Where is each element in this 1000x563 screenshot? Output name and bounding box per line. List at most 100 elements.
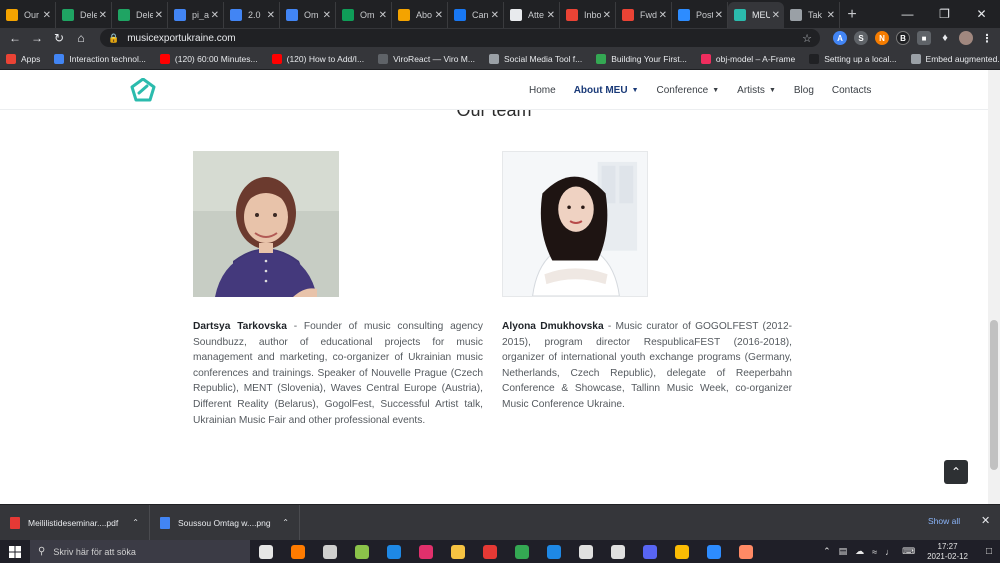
bookmark-star-icon[interactable]: ☆ <box>802 32 812 45</box>
nav-item[interactable]: Artists ▼ <box>737 85 776 96</box>
browser-tab[interactable]: Om ✕ <box>336 2 392 28</box>
bookmark-item[interactable]: Setting up a local... <box>809 53 897 64</box>
browser-tab[interactable]: MEU ✕ <box>728 2 784 28</box>
taskbar-app[interactable] <box>314 540 346 563</box>
show-all-downloads-link[interactable]: Show all <box>928 516 960 526</box>
bookmark-item[interactable]: Building Your First... <box>596 53 687 64</box>
taskbar-app[interactable] <box>442 540 474 563</box>
taskbar-app[interactable] <box>474 540 506 563</box>
taskbar-app[interactable] <box>570 540 602 563</box>
back-icon[interactable]: ← <box>6 31 24 45</box>
browser-tab[interactable]: Fwd ✕ <box>616 2 672 28</box>
scrollbar-thumb[interactable] <box>990 320 998 470</box>
browser-tab[interactable]: Atte ✕ <box>504 2 560 28</box>
new-tab-button[interactable]: + <box>840 2 864 28</box>
browser-tab[interactable]: Dele✕ <box>112 2 168 28</box>
close-tab-icon[interactable]: ✕ <box>43 10 51 21</box>
close-tab-icon[interactable]: ✕ <box>379 10 387 21</box>
bookmark-item[interactable]: Interaction technol... <box>54 53 146 64</box>
browser-tab[interactable]: Our ✕ <box>0 2 56 28</box>
nav-item[interactable]: Home <box>529 85 556 96</box>
download-item[interactable]: Soussou Omtag w....png ⌃ <box>150 504 300 541</box>
browser-tab[interactable]: Post ✕ <box>672 2 728 28</box>
forward-icon[interactable]: → <box>28 31 46 45</box>
extension-icon[interactable]: S <box>854 31 868 45</box>
browser-tab[interactable]: Inbo ✕ <box>560 2 616 28</box>
taskbar-app[interactable] <box>698 540 730 563</box>
chevron-up-icon[interactable]: ⌃ <box>282 518 289 527</box>
taskbar-app[interactable] <box>602 540 634 563</box>
browser-tab[interactable]: Abo ✕ <box>392 2 448 28</box>
close-tab-icon[interactable]: ✕ <box>715 10 723 21</box>
bookmark-item[interactable]: ViroReact — Viro M... <box>378 53 475 64</box>
close-tab-icon[interactable]: ✕ <box>827 10 835 21</box>
browser-tab[interactable]: Om ✕ <box>280 2 336 28</box>
close-tab-icon[interactable]: ✕ <box>155 10 163 21</box>
close-tab-icon[interactable]: ✕ <box>211 10 219 21</box>
close-download-bar-icon[interactable]: ✕ <box>981 514 990 527</box>
home-icon[interactable]: ⌂ <box>72 31 90 45</box>
close-tab-icon[interactable]: ✕ <box>99 10 107 21</box>
bookmark-item[interactable]: obj-model – A-Frame <box>700 53 795 64</box>
start-button[interactable] <box>0 540 30 563</box>
taskbar-app[interactable] <box>538 540 570 563</box>
wifi-icon[interactable]: ≈ <box>872 547 877 557</box>
meu-logo[interactable] <box>130 78 156 102</box>
taskbar-app[interactable] <box>410 540 442 563</box>
close-tab-icon[interactable]: ✕ <box>267 10 275 21</box>
menu-dots-icon[interactable]: ⋮ <box>980 31 994 45</box>
close-tab-icon[interactable]: ✕ <box>603 10 611 21</box>
nav-item[interactable]: Blog <box>794 85 814 96</box>
bookmark-item[interactable]: (120) 60:00 Minutes... <box>159 53 258 64</box>
chevron-up-icon[interactable]: ⌃ <box>823 546 831 557</box>
taskbar-app[interactable] <box>666 540 698 563</box>
bookmark-item[interactable]: (120) How to Add/I... <box>271 53 364 64</box>
taskbar-app[interactable] <box>346 540 378 563</box>
notification-icon[interactable]: □ <box>978 546 1000 557</box>
browser-tab[interactable]: Tak ✕ <box>784 2 840 28</box>
close-tab-icon[interactable]: ✕ <box>772 10 780 21</box>
extension-icon[interactable]: A <box>833 31 847 45</box>
cloud-icon[interactable]: ☁ <box>855 546 864 557</box>
restore-icon[interactable]: ❐ <box>926 0 963 28</box>
close-tab-icon[interactable]: ✕ <box>491 10 499 21</box>
scrollbar[interactable] <box>988 70 1000 504</box>
taskbar-app[interactable] <box>282 540 314 563</box>
volume-icon[interactable]: ♩ <box>885 547 894 557</box>
browser-tab[interactable]: Can ✕ <box>448 2 504 28</box>
nav-item[interactable]: About MEU ▼ <box>574 85 639 96</box>
close-tab-icon[interactable]: ✕ <box>547 10 555 21</box>
bookmark-item[interactable]: Embed augmented... <box>910 53 1000 64</box>
puzzle-icon[interactable]: ♦ <box>938 31 952 45</box>
address-bar[interactable]: 🔒 musicexportukraine.com ☆ <box>100 29 820 47</box>
close-tab-icon[interactable]: ✕ <box>435 10 443 21</box>
close-tab-icon[interactable]: ✕ <box>323 10 331 21</box>
chevron-up-icon[interactable]: ⌃ <box>132 518 139 527</box>
taskbar-app[interactable] <box>730 540 762 563</box>
bookmark-item[interactable]: Apps <box>6 53 40 64</box>
browser-tab[interactable]: pi_a ✕ <box>168 2 224 28</box>
profile-avatar[interactable] <box>959 31 973 45</box>
minimize-icon[interactable]: — <box>889 0 926 28</box>
taskbar-app[interactable] <box>378 540 410 563</box>
taskbar-app[interactable] <box>634 540 666 563</box>
extension-icon[interactable]: ■ <box>917 31 931 45</box>
browser-tab[interactable]: Dele✕ <box>56 2 112 28</box>
network-icon[interactable]: ▤ <box>839 546 848 557</box>
download-item[interactable]: Meililistideseminar....pdf ⌃ <box>0 504 150 541</box>
reload-icon[interactable]: ↻ <box>50 31 68 45</box>
extension-icon[interactable]: B <box>896 31 910 45</box>
close-window-icon[interactable]: ✕ <box>963 0 1000 28</box>
clock[interactable]: 17:27 2021-02-12 <box>927 542 968 562</box>
close-tab-icon[interactable]: ✕ <box>659 10 667 21</box>
scroll-to-top-button[interactable]: ⌃ <box>944 460 968 484</box>
keyboard-icon[interactable]: ⌨ <box>902 546 915 557</box>
taskbar-search[interactable]: ⚲ Skriv här för att söka <box>30 540 250 563</box>
extension-icon[interactable]: N <box>875 31 889 45</box>
taskbar-app[interactable] <box>506 540 538 563</box>
taskbar-app[interactable] <box>250 540 282 563</box>
nav-item[interactable]: Conference ▼ <box>657 85 720 96</box>
bookmark-item[interactable]: Social Media Tool f... <box>488 53 582 64</box>
nav-item[interactable]: Contacts <box>832 85 871 96</box>
browser-tab[interactable]: 2.0 ✕ <box>224 2 280 28</box>
